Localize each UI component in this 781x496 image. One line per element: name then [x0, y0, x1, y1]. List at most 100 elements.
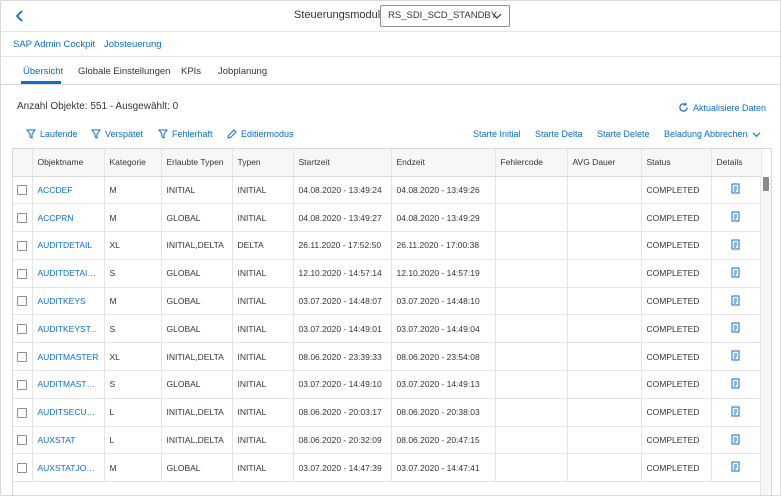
filter-verspaetet-button[interactable]: Verspätet — [91, 129, 143, 139]
details-icon[interactable] — [731, 267, 741, 280]
filter-laufende-button[interactable]: Laufende — [26, 129, 78, 139]
row-select-cell — [13, 314, 33, 344]
edit-mode-button[interactable]: Editiermodus — [227, 129, 294, 139]
start-delta-button[interactable]: Starte Delta — [535, 129, 583, 139]
end-time-cell: 04.08.2020 - 13:49:26 — [391, 176, 496, 205]
details-cell — [711, 342, 762, 372]
object-name-link[interactable]: AUDITDETAIL — [32, 231, 105, 260]
details-icon[interactable] — [731, 211, 741, 224]
error-code-cell — [495, 287, 568, 316]
app-window: Steuerungsmodul RS_SDI_SCD_STANDBY SAP A… — [0, 0, 781, 496]
end-time-cell: 03.07.2020 - 14:48:10 — [391, 287, 496, 316]
column-header[interactable]: Details — [711, 149, 762, 177]
allowed-types-cell: GLOBAL — [161, 203, 233, 233]
details-cell — [711, 287, 762, 316]
module-select[interactable]: RS_SDI_SCD_STANDBY — [380, 5, 510, 27]
row-checkbox[interactable] — [17, 240, 28, 251]
row-checkbox[interactable] — [17, 379, 28, 390]
vertical-scrollbar[interactable] — [760, 176, 771, 495]
abort-load-button[interactable]: Beladung Abbrechen — [664, 129, 761, 139]
filter-fehlerhaft-button[interactable]: Fehlerhaft — [158, 129, 213, 139]
row-checkbox[interactable] — [17, 268, 28, 279]
column-header[interactable]: Status — [641, 149, 712, 177]
table-row[interactable]: AUDITSECUR... L INITIAL,DELTA INITIAL 08.06.… — [13, 398, 762, 427]
tab-global-settings[interactable]: Globale Einstellungen — [78, 66, 170, 77]
details-icon[interactable] — [731, 239, 741, 252]
start-delete-button[interactable]: Starte Delete — [597, 129, 650, 139]
details-icon[interactable] — [731, 406, 741, 419]
nav-jobsteuerung[interactable]: Jobsteuerung — [104, 39, 162, 50]
row-checkbox[interactable] — [17, 435, 28, 446]
start-time-cell: 03.07.2020 - 14:49:01 — [293, 314, 392, 344]
start-time-cell: 04.08.2020 - 13:49:24 — [293, 176, 392, 205]
status-cell: COMPLETED — [641, 259, 712, 288]
column-header[interactable]: Fehlercode — [495, 149, 568, 177]
table-row[interactable]: AUDITKEYS M GLOBAL INITIAL 03.07.2020 - 14:4… — [13, 287, 762, 316]
filter-icon — [158, 129, 168, 139]
error-code-cell — [495, 314, 568, 344]
table-row[interactable]: AUDITMASTE... S GLOBAL INITIAL 03.07.2020 - … — [13, 370, 762, 399]
column-header[interactable]: Endzeit — [391, 149, 496, 177]
table-row[interactable]: ACCDEF M INITIAL INITIAL 04.08.2020 - 13:49:… — [13, 176, 762, 205]
scrollbar-thumb[interactable] — [763, 177, 769, 191]
row-checkbox[interactable] — [17, 296, 28, 307]
allowed-types-cell: INITIAL,DELTA — [161, 231, 233, 260]
table-row[interactable]: AUXSTAT L INITIAL,DELTA INITIAL 08.06.2020 -… — [13, 426, 762, 455]
start-initial-button[interactable]: Starte Initial — [473, 129, 521, 139]
filter-laufende-label: Laufende — [40, 129, 78, 139]
table-row[interactable]: AUDITMASTER XL INITIAL,DELTA INITIAL 08.06.2… — [13, 342, 762, 372]
column-header[interactable]: Typen — [232, 149, 294, 177]
tab-kpis[interactable]: KPIs — [181, 66, 201, 77]
back-button[interactable] — [13, 8, 29, 24]
details-icon[interactable] — [731, 322, 741, 335]
column-header[interactable]: Kategorie — [104, 149, 162, 177]
start-time-cell: 08.06.2020 - 20:32:09 — [293, 426, 392, 455]
abort-load-label: Beladung Abbrechen — [664, 129, 748, 139]
error-code-cell — [495, 203, 568, 233]
table-row[interactable]: AUDITDETAIL... S GLOBAL INITIAL 12.10.2020 -… — [13, 259, 762, 288]
avg-duration-cell — [567, 176, 642, 205]
row-checkbox[interactable] — [17, 324, 28, 335]
row-checkbox[interactable] — [17, 463, 28, 474]
object-name-link[interactable]: ACCPRN — [32, 203, 105, 233]
column-header[interactable]: AVG Dauer — [567, 149, 642, 177]
details-icon[interactable] — [731, 378, 741, 391]
details-icon[interactable] — [731, 295, 741, 308]
details-icon[interactable] — [731, 461, 741, 474]
nav-admin-cockpit[interactable]: SAP Admin Cockpit — [13, 39, 95, 50]
table-row[interactable]: AUDITDETAIL XL INITIAL,DELTA DELTA 26.11.202… — [13, 231, 762, 260]
column-header[interactable]: Objektname — [32, 149, 105, 177]
refresh-button[interactable]: Aktualisiere Daten — [678, 102, 766, 113]
column-header[interactable]: Erlaubte Typen — [161, 149, 233, 177]
object-name-link[interactable]: AUDITMASTER — [32, 342, 105, 372]
details-icon[interactable] — [731, 183, 741, 196]
object-name-link[interactable]: ACCDEF — [32, 176, 105, 205]
details-icon[interactable] — [731, 350, 741, 363]
row-checkbox[interactable] — [17, 407, 28, 418]
tab-job-planning[interactable]: Jobplanung — [218, 66, 267, 77]
column-header[interactable]: Startzeit — [293, 149, 392, 177]
table-row[interactable]: AUXSTATJOB... M GLOBAL INITIAL 03.07.2020 - … — [13, 453, 762, 483]
object-name-link[interactable]: AUDITSECUR... — [32, 398, 105, 427]
end-time-cell: 12.10.2020 - 14:57:19 — [391, 259, 496, 288]
object-name-link[interactable]: AUDITKEYS — [32, 287, 105, 316]
object-name-link[interactable]: AUDITKEYST... — [32, 314, 105, 344]
avg-duration-cell — [567, 287, 642, 316]
table-row[interactable]: AUDITKEYST... S GLOBAL INITIAL 03.07.2020 - … — [13, 314, 762, 344]
object-name-link[interactable]: AUXSTAT — [32, 426, 105, 455]
object-count: Anzahl Objekte: 551 - Ausgewählt: 0 — [17, 101, 179, 112]
row-checkbox[interactable] — [17, 185, 28, 196]
row-select-cell — [13, 398, 33, 427]
types-cell: DELTA — [232, 231, 294, 260]
object-name-link[interactable]: AUDITDETAIL... — [32, 259, 105, 288]
details-icon[interactable] — [731, 434, 741, 447]
row-checkbox[interactable] — [17, 213, 28, 224]
row-checkbox[interactable] — [17, 352, 28, 363]
status-cell: COMPLETED — [641, 453, 712, 483]
details-cell — [711, 203, 762, 233]
status-cell: COMPLETED — [641, 176, 712, 205]
tab-overview[interactable]: Übersicht — [23, 66, 63, 77]
object-name-link[interactable]: AUXSTATJOB... — [32, 453, 105, 483]
table-row[interactable]: ACCPRN M GLOBAL INITIAL 04.08.2020 - 13:49:2… — [13, 203, 762, 233]
object-name-link[interactable]: AUDITMASTE... — [32, 370, 105, 399]
